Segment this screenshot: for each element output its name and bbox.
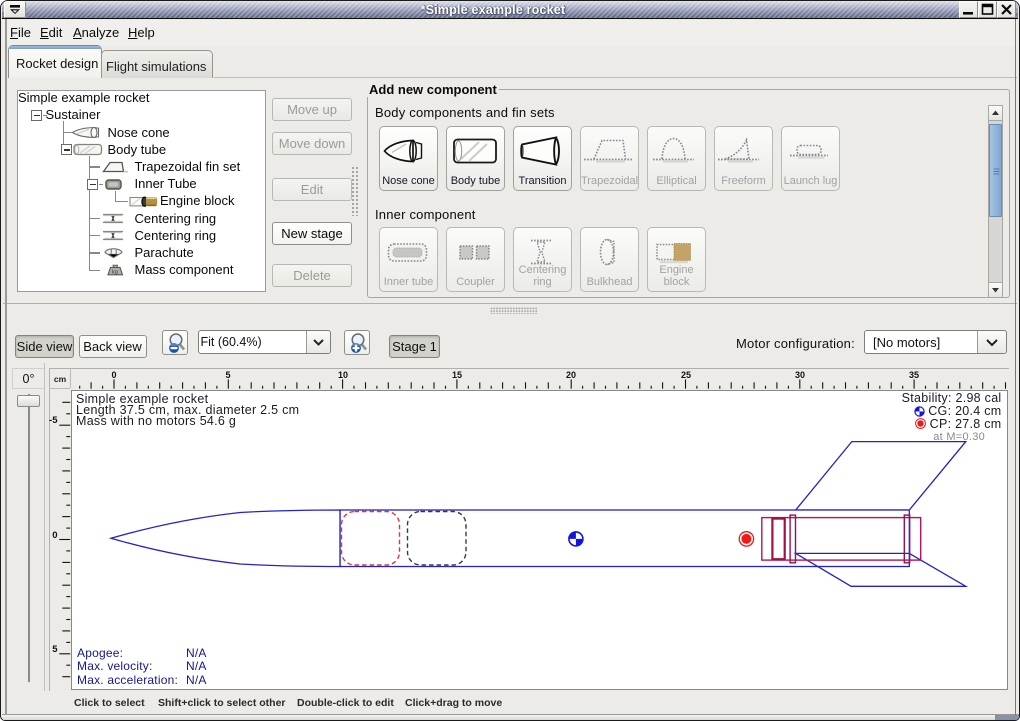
svg-text:kg: kg (112, 270, 118, 276)
